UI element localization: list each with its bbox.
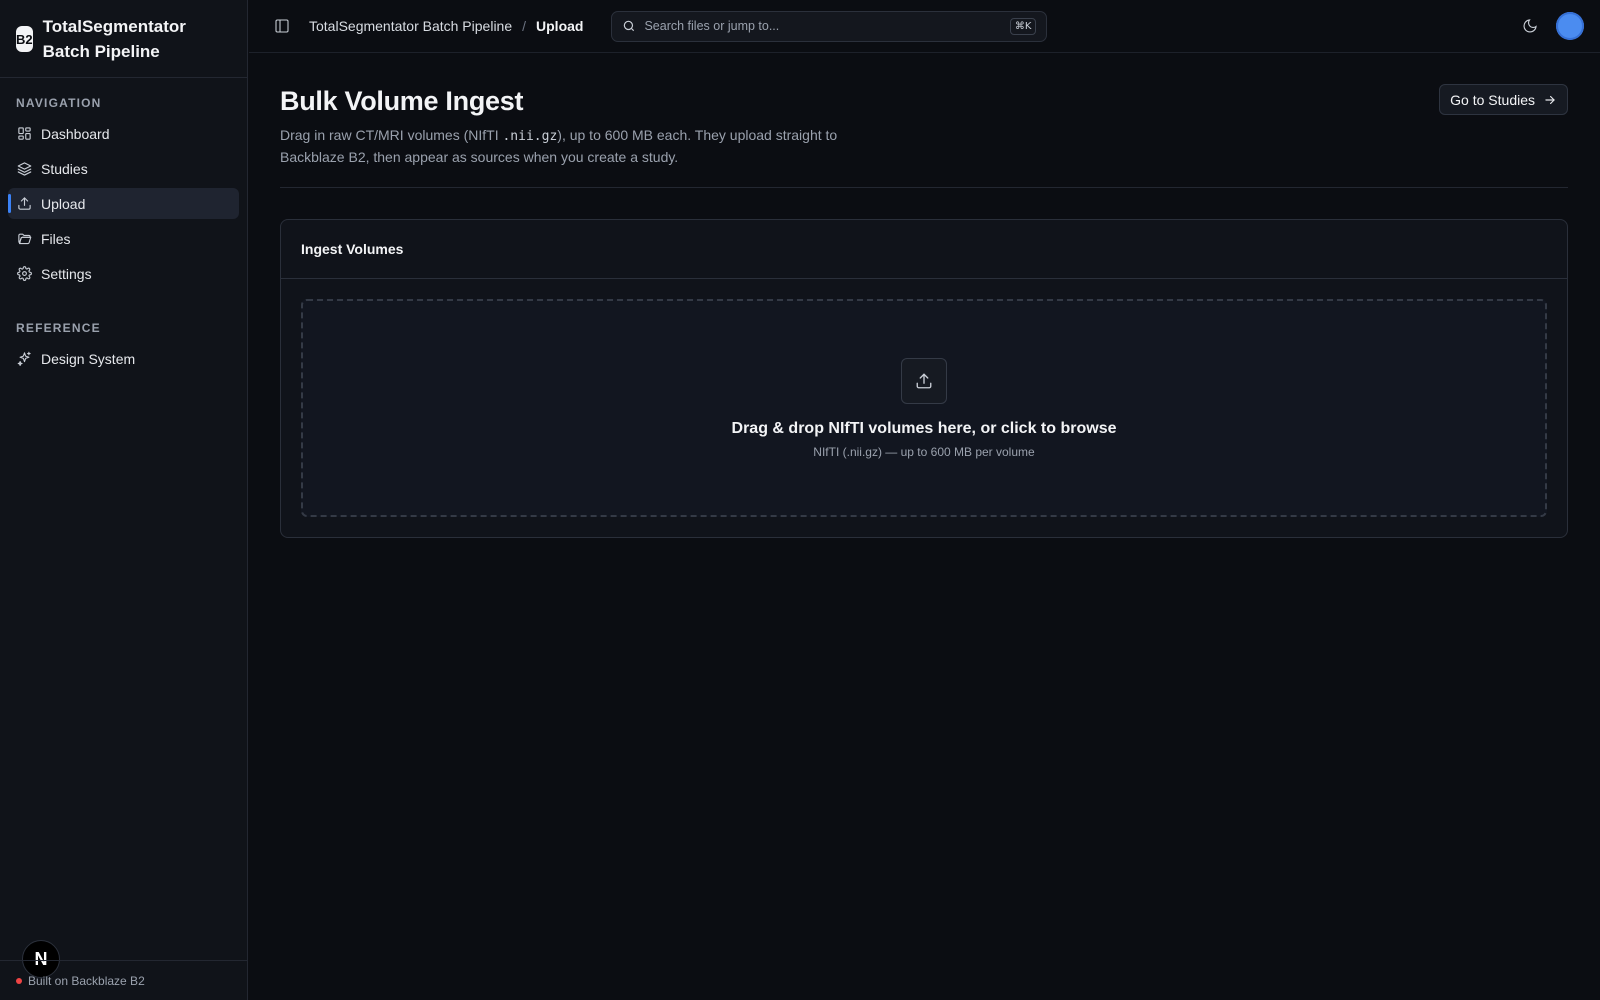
sparkles-icon [16, 351, 32, 367]
brand-logo: B2 [16, 26, 33, 52]
desc-code: .nii.gz [502, 129, 558, 144]
status-dot [16, 977, 22, 984]
folder-icon [16, 231, 32, 247]
dashboard-icon [16, 126, 32, 142]
sidebar-item-label: Studies [41, 160, 88, 177]
topbar-actions [1522, 12, 1584, 40]
upload-icon [16, 196, 32, 212]
brand-title: TotalSegmentator Batch Pipeline [42, 17, 186, 61]
card-body: Drag & drop NIfTI volumes here, or click… [281, 279, 1567, 537]
sidebar-item-studies[interactable]: Studies [8, 153, 239, 184]
sidebar-item-label: Files [41, 230, 71, 247]
sidebar-footer: Built on Backblaze B2 [0, 960, 247, 1000]
search-box[interactable]: ⌘K [611, 10, 1048, 42]
sidebar-item-label: Design System [41, 350, 136, 367]
breadcrumb-current: Upload [536, 18, 584, 34]
nav-section-navigation: NAVIGATION Dashboard Studies Upload File… [0, 78, 247, 289]
search-shortcut: ⌘K [1009, 17, 1037, 35]
search-icon [622, 19, 636, 33]
page-title: Bulk Volume Ingest [280, 86, 524, 116]
nav-section-reference: REFERENCE Design System [0, 303, 247, 374]
brand[interactable]: B2 TotalSegmentator Batch Pipeline [0, 0, 247, 78]
card-title: Ingest Volumes [281, 220, 1567, 279]
breadcrumb: TotalSegmentator Batch Pipeline / Upload [309, 18, 583, 34]
sidebar-item-label: Settings [41, 265, 92, 282]
sidebar-item-label: Dashboard [41, 125, 110, 142]
avatar[interactable] [1556, 12, 1584, 40]
sidebar-item-design-system[interactable]: Design System [8, 343, 239, 374]
gear-icon [16, 266, 32, 282]
main-content: Bulk Volume Ingest Drag in raw CT/MRI vo… [280, 53, 1568, 538]
go-to-studies-button[interactable]: Go to Studies [1439, 84, 1568, 115]
sidebar-item-upload[interactable]: Upload [8, 188, 239, 219]
desc-text-start: Drag in raw CT/MRI volumes (NIfTI [280, 127, 503, 143]
sidebar-toggle-icon[interactable] [273, 17, 291, 35]
dropzone-subtitle: NIfTI (.nii.gz) — up to 600 MB per volum… [813, 444, 1035, 459]
sidebar-item-files[interactable]: Files [8, 223, 239, 254]
sidebar-item-settings[interactable]: Settings [8, 258, 239, 289]
layers-icon [16, 161, 32, 177]
sidebar: B2 TotalSegmentator Batch Pipeline NAVIG… [0, 0, 248, 1000]
go-to-studies-label: Go to Studies [1450, 91, 1535, 108]
page-header: Bulk Volume Ingest Drag in raw CT/MRI vo… [280, 53, 1568, 167]
nav-heading: NAVIGATION [16, 96, 102, 110]
sidebar-item-dashboard[interactable]: Dashboard [8, 118, 239, 149]
ingest-card: Ingest Volumes Drag & drop NIfTI volumes… [280, 219, 1568, 538]
breadcrumb-parent[interactable]: TotalSegmentator Batch Pipeline [309, 18, 512, 34]
page-description: Drag in raw CT/MRI volumes (NIfTI .nii.g… [280, 125, 840, 167]
search-input[interactable] [644, 19, 1002, 33]
sidebar-item-label: Upload [41, 195, 86, 212]
footer-text: Built on Backblaze B2 [28, 973, 145, 988]
dropzone[interactable]: Drag & drop NIfTI volumes here, or click… [301, 299, 1547, 517]
moon-icon[interactable] [1522, 18, 1538, 34]
dropzone-title: Drag & drop NIfTI volumes here, or click… [731, 419, 1117, 437]
upload-icon [901, 357, 947, 404]
divider [280, 187, 1568, 188]
breadcrumb-separator: / [522, 18, 527, 34]
nav-heading: REFERENCE [16, 321, 101, 335]
topbar: TotalSegmentator Batch Pipeline / Upload… [249, 0, 1600, 53]
arrow-right-icon [1543, 93, 1557, 107]
